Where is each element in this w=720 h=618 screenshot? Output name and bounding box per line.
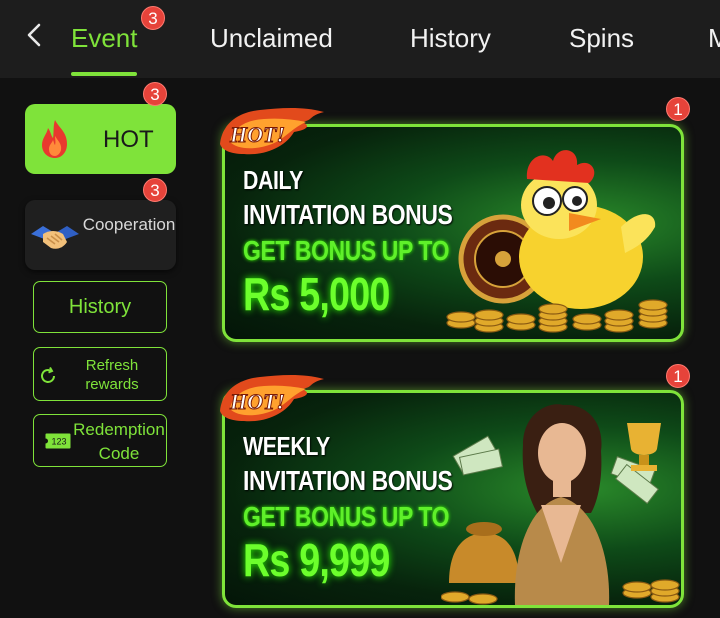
sidebar-item-label: HOT (103, 126, 154, 153)
flame-icon (42, 120, 67, 158)
woman-money-illustration (441, 404, 680, 605)
tab-bar: Event 3 Unclaimed History Spins M (0, 0, 720, 78)
redemption-code-button[interactable]: 123 Redemption Code (33, 414, 167, 467)
sidebar-item-hot[interactable]: HOT (25, 104, 176, 174)
banner-title: DAILY (243, 165, 303, 195)
cooperation-badge: 3 (143, 178, 167, 202)
code-ticket-text: 123 (51, 437, 66, 447)
banner-title: WEEKLY (243, 431, 330, 461)
hot-tag-text: HOT! (229, 389, 285, 414)
chicken-roulette-illustration (446, 150, 668, 333)
hot-badge: 3 (143, 82, 167, 106)
hot-flame-tag: HOT! (220, 108, 324, 155)
banner-offer: GET BONUS UP TO (243, 235, 450, 266)
active-tab-indicator (71, 72, 137, 76)
tab-spins[interactable]: Spins (569, 22, 634, 54)
handshake-icon (31, 226, 79, 249)
back-arrow-icon[interactable] (20, 20, 50, 50)
sidebar-item-history[interactable]: History (33, 281, 167, 333)
banner-offer: GET BONUS UP TO (243, 501, 450, 532)
hot-tag-text: HOT! (229, 122, 285, 147)
code-ticket-icon: 123 (45, 433, 71, 449)
banner-badge: 1 (666, 364, 690, 388)
banner-amount: Rs 9,999 (243, 534, 390, 586)
banner-amount: Rs 5,000 (243, 268, 390, 320)
sidebar-item-label: History (68, 296, 132, 318)
refresh-rewards-button[interactable]: Refresh rewards (33, 347, 167, 401)
refresh-icon (41, 367, 55, 383)
banner-subtitle: INVITATION BONUS (243, 465, 453, 496)
sidebar-item-label: Cooperation (82, 215, 176, 234)
tab-event-badge: 3 (141, 6, 165, 30)
banner-subtitle: INVITATION BONUS (243, 199, 453, 230)
hot-flame-tag: HOT! (220, 375, 324, 422)
refresh-rewards-label: Refresh rewards (85, 357, 139, 393)
banner-badge: 1 (666, 97, 690, 121)
sidebar-item-cooperation[interactable]: Cooperation (25, 200, 176, 270)
tab-more[interactable]: M (708, 22, 720, 54)
tab-event[interactable]: Event (71, 22, 138, 54)
redemption-code-label: Redemption Code (73, 420, 165, 463)
tab-unclaimed[interactable]: Unclaimed (210, 22, 333, 54)
tab-history[interactable]: History (410, 22, 491, 54)
